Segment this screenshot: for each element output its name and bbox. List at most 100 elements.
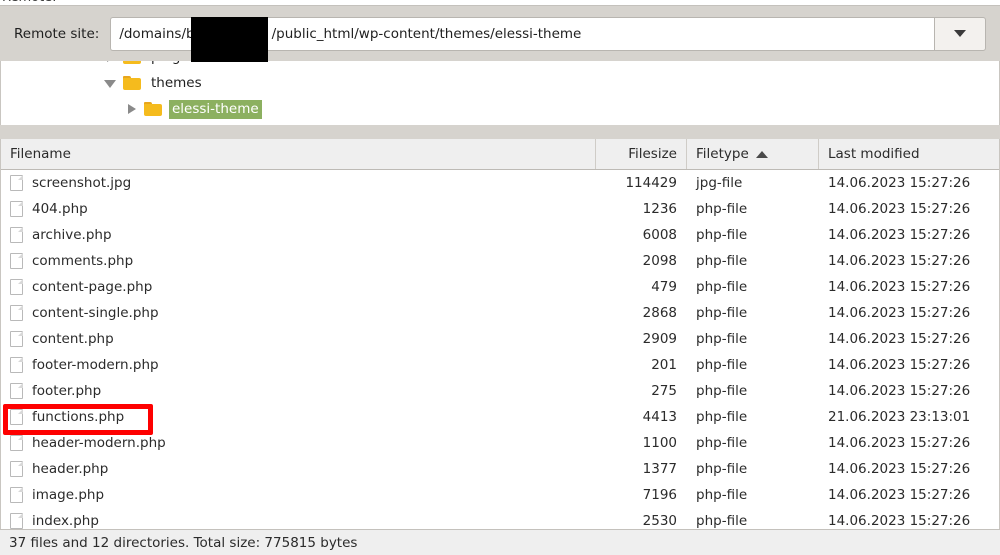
cell-filetype: php-file [696, 331, 748, 347]
file-icon [10, 461, 23, 477]
filename-text: screenshot.jpg [32, 175, 132, 191]
cell-filesize: 7196 [642, 487, 677, 503]
cell-last-modified: 14.06.2023 15:27:26 [828, 513, 971, 529]
cell-filename[interactable]: image.php [1, 487, 596, 503]
column-header-label: Filetype [696, 146, 749, 162]
cell-last-modified: 14.06.2023 15:27:26 [828, 383, 971, 399]
table-row[interactable]: content-page.php 479 php-file 14.06.2023 15… [1, 274, 999, 300]
filename-text: footer-modern.php [32, 357, 159, 373]
table-row[interactable]: content-single.php 2868 php-file 14.06.2023… [1, 300, 999, 326]
table-row[interactable]: index.php 2530 php-file 14.06.2023 15:27:26 [1, 508, 999, 529]
cell-filename[interactable]: footer-modern.php [1, 357, 596, 373]
cell-last-modified: 14.06.2023 15:27:26 [828, 201, 971, 217]
cell-filesize: 114429 [625, 175, 677, 191]
tree-item-elessi-theme[interactable]: elessi-theme [1, 96, 999, 122]
table-row[interactable]: header.php 1377 php-file 14.06.2023 15:27:2… [1, 456, 999, 482]
remote-directory-tree[interactable]: plugins themes elessi-theme [0, 61, 1000, 125]
file-icon [10, 305, 23, 321]
column-header-label: Filesize [628, 146, 677, 162]
cell-filetype: php-file [696, 435, 748, 451]
cell-filename[interactable]: content.php [1, 331, 596, 347]
remote-path-dropdown-button[interactable] [934, 16, 986, 51]
cell-last-modified: 14.06.2023 15:27:26 [828, 279, 971, 295]
table-row[interactable]: footer.php 275 php-file 14.06.2023 15:27:26 [1, 378, 999, 404]
column-header-last-modified[interactable]: Last modified [819, 139, 999, 169]
remote-file-list[interactable]: Filename Filesize Filetype Last modified… [0, 139, 1000, 529]
cell-filesize: 2868 [642, 305, 677, 321]
column-header-filename[interactable]: Filename [1, 139, 596, 169]
table-row[interactable]: image.php 7196 php-file 14.06.2023 15:27:26 [1, 482, 999, 508]
column-header-filetype[interactable]: Filetype [687, 139, 819, 169]
cell-filesize: 201 [651, 357, 677, 373]
pane-splitter[interactable] [0, 125, 1000, 139]
filename-text: archive.php [32, 227, 112, 243]
filename-text: footer.php [32, 383, 102, 399]
filename-text: content-page.php [32, 279, 153, 295]
table-row[interactable]: footer-modern.php 201 php-file 14.06.2023 1… [1, 352, 999, 378]
table-row[interactable]: screenshot.jpg 114429 jpg-file 14.06.2023 1… [1, 170, 999, 196]
table-row[interactable]: comments.php 2098 php-file 14.06.2023 15:27… [1, 248, 999, 274]
file-icon [10, 201, 23, 217]
cell-filename[interactable]: archive.php [1, 227, 596, 243]
cell-filename[interactable]: content-single.php [1, 305, 596, 321]
file-icon [10, 175, 23, 191]
cell-last-modified: 21.06.2023 23:13:01 [828, 409, 971, 425]
cell-last-modified: 14.06.2023 15:27:26 [828, 487, 971, 503]
file-icon [10, 409, 23, 425]
cell-filetype: php-file [696, 357, 748, 373]
cell-last-modified: 14.06.2023 15:27:26 [828, 435, 971, 451]
cell-filename[interactable]: header-modern.php [1, 435, 596, 451]
folder-icon [123, 76, 141, 90]
remote-path-suffix: /public_html/wp-content/themes/elessi-th… [271, 25, 582, 42]
filename-text: header-modern.php [32, 435, 166, 451]
tree-item-label-selected: elessi-theme [169, 99, 262, 119]
file-icon [10, 435, 23, 451]
cell-filesize: 2098 [642, 253, 677, 269]
cell-filesize: 6008 [642, 227, 677, 243]
cell-last-modified: 14.06.2023 15:27:26 [828, 227, 971, 243]
expander-triangle-icon[interactable] [125, 103, 138, 116]
redaction-block [191, 17, 268, 62]
table-row[interactable]: header-modern.php 1100 php-file 14.06.2023 … [1, 430, 999, 456]
chevron-down-icon [954, 30, 966, 37]
filename-text: comments.php [32, 253, 134, 269]
cell-filetype: jpg-file [696, 175, 743, 191]
cell-filesize: 2909 [642, 331, 677, 347]
filename-text: image.php [32, 487, 105, 503]
cell-filesize: 1100 [642, 435, 677, 451]
cell-filename[interactable]: footer.php [1, 383, 596, 399]
table-row[interactable]: functions.php 4413 php-file 21.06.2023 23:1… [1, 404, 999, 430]
cell-last-modified: 14.06.2023 15:27:26 [828, 175, 971, 191]
cell-filename[interactable]: index.php [1, 513, 596, 529]
file-list-header: Filename Filesize Filetype Last modified [1, 139, 999, 170]
filename-text: content.php [32, 331, 114, 347]
expander-triangle-icon[interactable] [104, 61, 117, 64]
cell-last-modified: 14.06.2023 15:27:26 [828, 357, 971, 373]
folder-icon [144, 102, 162, 116]
cell-filesize: 1236 [642, 201, 677, 217]
tree-item-themes[interactable]: themes [1, 70, 999, 96]
remote-site-label: Remote site: [14, 25, 100, 42]
cell-filename[interactable]: content-page.php [1, 279, 596, 295]
tree-item-label: themes [151, 74, 202, 91]
column-header-label: Filename [10, 146, 71, 162]
table-row[interactable]: archive.php 6008 php-file 14.06.2023 15:27:… [1, 222, 999, 248]
column-header-filesize[interactable]: Filesize [596, 139, 687, 169]
file-icon [10, 357, 23, 373]
cell-filename[interactable]: comments.php [1, 253, 596, 269]
cell-filename[interactable]: screenshot.jpg [1, 175, 596, 191]
remote-path-prefix: /domains/b [119, 25, 195, 42]
cell-filetype: php-file [696, 253, 748, 269]
table-row[interactable]: content.php 2909 php-file 14.06.2023 15:27:… [1, 326, 999, 352]
caret-up-icon [755, 150, 768, 158]
cell-filename[interactable]: 404.php [1, 201, 596, 217]
tree-item-plugins[interactable]: plugins [1, 61, 999, 70]
cell-filename[interactable]: header.php [1, 461, 596, 477]
expander-triangle-icon[interactable] [104, 77, 117, 90]
file-list-rows: screenshot.jpg 114429 jpg-file 14.06.2023 1… [1, 170, 999, 529]
table-row[interactable]: 404.php 1236 php-file 14.06.2023 15:27:26 [1, 196, 999, 222]
cell-filetype: php-file [696, 461, 748, 477]
cell-last-modified: 14.06.2023 15:27:26 [828, 461, 971, 477]
cell-filetype: php-file [696, 279, 748, 295]
cell-filename[interactable]: functions.php [1, 409, 596, 425]
